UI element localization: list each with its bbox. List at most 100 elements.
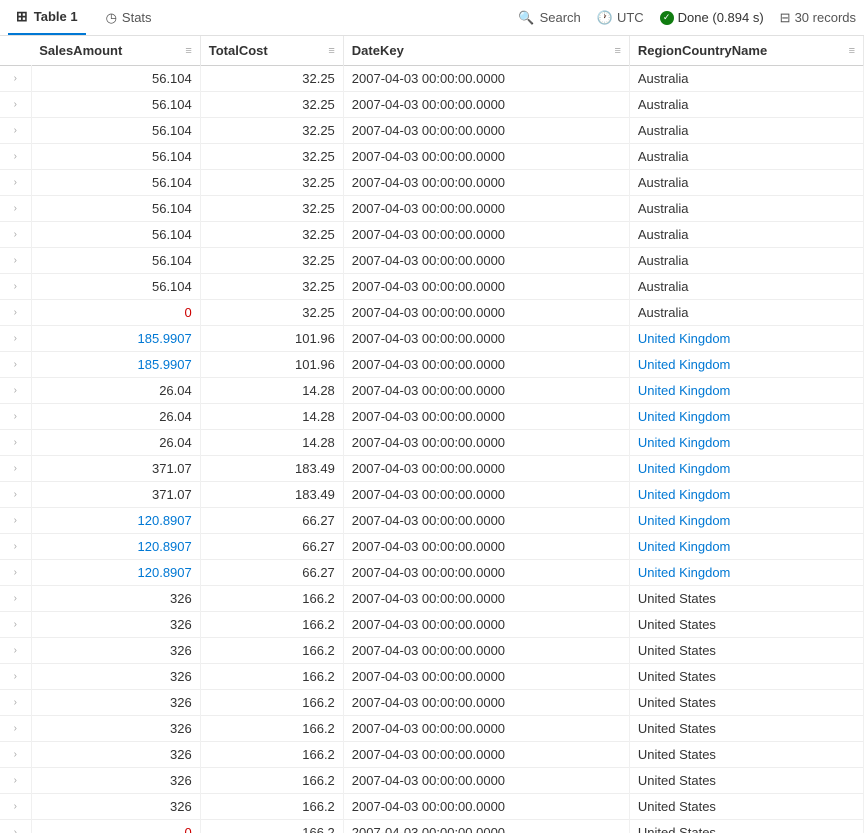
row-expand-arrow[interactable]: › — [0, 196, 31, 222]
chevron-right-icon[interactable]: › — [8, 769, 23, 792]
cell-total-cost: 14.28 — [200, 404, 343, 430]
chevron-right-icon[interactable]: › — [8, 509, 23, 532]
search-button[interactable]: 🔍 Search — [518, 10, 580, 26]
chevron-right-icon[interactable]: › — [8, 457, 23, 480]
row-expand-arrow[interactable]: › — [0, 768, 31, 794]
chevron-right-icon[interactable]: › — [8, 145, 23, 168]
chevron-right-icon[interactable]: › — [8, 561, 23, 584]
row-expand-arrow[interactable]: › — [0, 612, 31, 638]
col-region-country[interactable]: RegionCountryName ≡ — [629, 36, 863, 66]
chevron-right-icon[interactable]: › — [8, 353, 23, 376]
utc-indicator: 🕐 UTC — [597, 10, 644, 26]
chevron-right-icon[interactable]: › — [8, 639, 23, 662]
chevron-right-icon[interactable]: › — [8, 483, 23, 506]
chevron-right-icon[interactable]: › — [8, 795, 23, 818]
date-key-filter-icon[interactable]: ≡ — [614, 45, 620, 57]
toolbar: ⊞ Table 1 ◷ Stats 🔍 Search 🕐 UTC ✓ Done … — [0, 0, 864, 36]
chevron-right-icon[interactable]: › — [8, 587, 23, 610]
row-expand-arrow[interactable]: › — [0, 66, 31, 92]
col-sales-amount-label: SalesAmount — [39, 43, 122, 58]
cell-date-key: 2007-04-03 00:00:00.0000 — [343, 378, 629, 404]
table-row: ›326166.22007-04-03 00:00:00.0000United … — [0, 742, 864, 768]
cell-date-key: 2007-04-03 00:00:00.0000 — [343, 274, 629, 300]
chevron-right-icon[interactable]: › — [8, 665, 23, 688]
cell-region-country: United Kingdom — [629, 508, 863, 534]
chevron-right-icon[interactable]: › — [8, 197, 23, 220]
cell-sales-amount: 326 — [31, 768, 200, 794]
cell-total-cost: 101.96 — [200, 352, 343, 378]
row-expand-arrow[interactable]: › — [0, 690, 31, 716]
cell-sales-amount: 326 — [31, 638, 200, 664]
chevron-right-icon[interactable]: › — [8, 171, 23, 194]
row-expand-arrow[interactable]: › — [0, 404, 31, 430]
search-label: Search — [540, 10, 581, 25]
row-expand-arrow[interactable]: › — [0, 92, 31, 118]
total-cost-filter-icon[interactable]: ≡ — [328, 45, 334, 57]
row-expand-arrow[interactable]: › — [0, 170, 31, 196]
row-expand-arrow[interactable]: › — [0, 430, 31, 456]
chevron-right-icon[interactable]: › — [8, 67, 23, 90]
row-expand-arrow[interactable]: › — [0, 586, 31, 612]
cell-region-country: United States — [629, 690, 863, 716]
region-country-filter-icon[interactable]: ≡ — [849, 45, 855, 57]
row-expand-arrow[interactable]: › — [0, 508, 31, 534]
chevron-right-icon[interactable]: › — [8, 691, 23, 714]
cell-date-key: 2007-04-03 00:00:00.0000 — [343, 170, 629, 196]
table-row: ›26.0414.282007-04-03 00:00:00.0000Unite… — [0, 404, 864, 430]
sales-amount-filter-icon[interactable]: ≡ — [185, 45, 191, 57]
row-expand-arrow[interactable]: › — [0, 456, 31, 482]
chevron-right-icon[interactable]: › — [8, 379, 23, 402]
row-expand-arrow[interactable]: › — [0, 794, 31, 820]
table-row: ›56.10432.252007-04-03 00:00:00.0000Aust… — [0, 274, 864, 300]
row-expand-arrow[interactable]: › — [0, 664, 31, 690]
cell-date-key: 2007-04-03 00:00:00.0000 — [343, 638, 629, 664]
cell-total-cost: 166.2 — [200, 612, 343, 638]
chevron-right-icon[interactable]: › — [8, 613, 23, 636]
table-tab[interactable]: ⊞ Table 1 — [8, 0, 86, 35]
row-expand-arrow[interactable]: › — [0, 560, 31, 586]
chevron-right-icon[interactable]: › — [8, 119, 23, 142]
chevron-right-icon[interactable]: › — [8, 275, 23, 298]
chevron-right-icon[interactable]: › — [8, 431, 23, 454]
row-expand-arrow[interactable]: › — [0, 352, 31, 378]
row-expand-arrow[interactable]: › — [0, 742, 31, 768]
row-expand-arrow[interactable]: › — [0, 248, 31, 274]
row-expand-arrow[interactable]: › — [0, 482, 31, 508]
row-expand-arrow[interactable]: › — [0, 638, 31, 664]
row-expand-arrow[interactable]: › — [0, 378, 31, 404]
table-row: ›56.10432.252007-04-03 00:00:00.0000Aust… — [0, 222, 864, 248]
row-expand-arrow[interactable]: › — [0, 118, 31, 144]
cell-total-cost: 166.2 — [200, 820, 343, 833]
row-expand-arrow[interactable]: › — [0, 144, 31, 170]
cell-region-country: Australia — [629, 196, 863, 222]
chevron-right-icon[interactable]: › — [8, 717, 23, 740]
chevron-right-icon[interactable]: › — [8, 223, 23, 246]
row-expand-arrow[interactable]: › — [0, 326, 31, 352]
col-sales-amount[interactable]: SalesAmount ≡ — [31, 36, 200, 66]
cell-region-country: Australia — [629, 274, 863, 300]
chevron-right-icon[interactable]: › — [8, 327, 23, 350]
row-expand-arrow[interactable]: › — [0, 534, 31, 560]
cell-total-cost: 166.2 — [200, 794, 343, 820]
row-expand-arrow[interactable]: › — [0, 274, 31, 300]
chevron-right-icon[interactable]: › — [8, 743, 23, 766]
chevron-right-icon[interactable]: › — [8, 301, 23, 324]
stats-tab[interactable]: ◷ Stats — [102, 10, 156, 26]
table-tab-label: Table 1 — [34, 9, 78, 24]
cell-region-country: United States — [629, 794, 863, 820]
chevron-right-icon[interactable]: › — [8, 405, 23, 428]
chevron-right-icon[interactable]: › — [8, 821, 23, 833]
chevron-right-icon[interactable]: › — [8, 535, 23, 558]
col-total-cost[interactable]: TotalCost ≡ — [200, 36, 343, 66]
cell-region-country: United States — [629, 638, 863, 664]
chevron-right-icon[interactable]: › — [8, 249, 23, 272]
cell-region-country: United States — [629, 586, 863, 612]
row-expand-arrow[interactable]: › — [0, 300, 31, 326]
col-date-key[interactable]: DateKey ≡ — [343, 36, 629, 66]
row-expand-arrow[interactable]: › — [0, 716, 31, 742]
row-expand-arrow[interactable]: › — [0, 820, 31, 833]
row-expand-arrow[interactable]: › — [0, 222, 31, 248]
chevron-right-icon[interactable]: › — [8, 93, 23, 116]
cell-total-cost: 66.27 — [200, 508, 343, 534]
cell-region-country: United States — [629, 820, 863, 833]
